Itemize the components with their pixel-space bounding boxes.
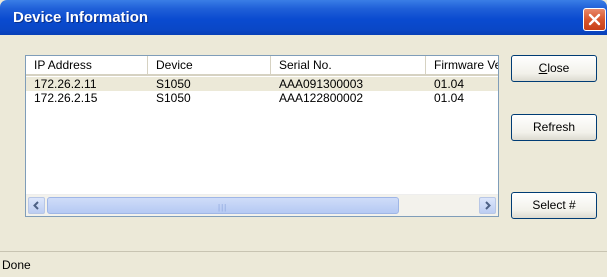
window-title: Device Information [13,9,149,26]
grip-icon: ||| [218,203,228,212]
window-close-button[interactable] [583,8,606,31]
status-text: Done [2,258,31,272]
title-bar[interactable]: Device Information [0,0,607,35]
refresh-button[interactable]: Refresh [511,114,597,141]
cell-serial-no: AAA091300003 [279,77,364,91]
close-button-label: lose [547,61,570,75]
cell-serial-no: AAA122800002 [279,91,364,105]
device-information-window: Device Information IP Address Device Ser… [0,0,607,277]
column-header-firmware[interactable]: Firmware Ver. [426,56,498,74]
cell-firmware: 01.04 [434,91,465,105]
table-row[interactable]: 172.26.2.15 S1050 AAA122800002 01.04 [26,91,498,105]
horizontal-scrollbar[interactable]: ||| [26,194,498,216]
device-list[interactable]: IP Address Device Serial No. Firmware Ve… [25,55,499,217]
column-header-device[interactable]: Device [148,56,271,74]
scroll-right-button[interactable] [479,197,496,214]
cell-firmware: 01.04 [434,77,465,91]
chevron-right-icon [485,201,491,210]
column-header-ip-address[interactable]: IP Address [26,56,148,74]
status-bar: Done [0,251,607,277]
table-row[interactable]: 172.26.2.11 S1050 AAA091300003 01.04 [26,77,498,91]
cell-ip-address: 172.26.2.11 [34,77,97,91]
scroll-left-button[interactable] [28,197,45,214]
scrollbar-thumb[interactable]: ||| [47,197,399,214]
list-header: IP Address Device Serial No. Firmware Ve… [26,56,498,76]
chevron-left-icon [33,201,39,210]
cell-ip-address: 172.26.2.15 [34,91,98,105]
close-button[interactable]: Close [511,55,597,82]
column-header-serial-no[interactable]: Serial No. [271,56,426,74]
cell-device: S1050 [156,77,191,91]
select-button[interactable]: Select # [511,192,597,219]
cell-device: S1050 [156,91,191,105]
close-x-icon [588,13,601,26]
